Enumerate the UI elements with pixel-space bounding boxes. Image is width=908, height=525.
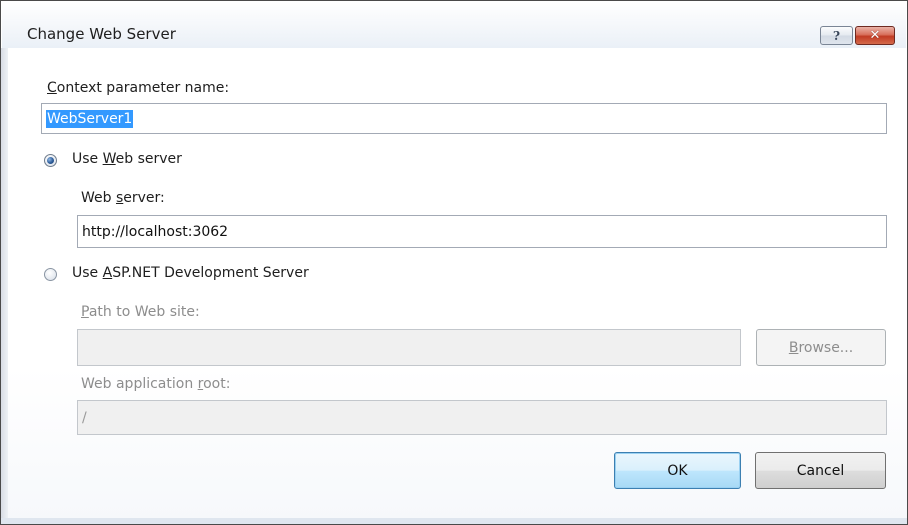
path-to-web-site-label: Path to Web site:	[81, 304, 200, 320]
web-server-value: http://localhost:3062	[82, 223, 229, 240]
ok-button[interactable]: OK	[614, 452, 741, 489]
use-web-server-radio[interactable]	[44, 154, 57, 167]
use-web-server-label[interactable]: Use Web server	[72, 151, 182, 167]
dialog-title: Change Web Server	[27, 25, 176, 43]
context-parameter-value: WebServer1	[46, 109, 134, 128]
web-server-label: Web server:	[81, 190, 165, 206]
context-parameter-input[interactable]: WebServer1	[41, 103, 887, 134]
cancel-button[interactable]: Cancel	[755, 452, 886, 489]
web-application-root-label: Web application root:	[81, 376, 231, 392]
close-icon: ✕	[869, 28, 881, 43]
change-web-server-dialog: Change Web Server ? ✕ Context parameter …	[0, 0, 908, 525]
context-parameter-label: Context parameter name:	[47, 80, 230, 96]
path-to-web-site-input[interactable]	[77, 329, 741, 366]
title-bar: Change Web Server ? ✕	[2, 2, 906, 48]
help-button[interactable]: ?	[820, 26, 853, 45]
window-bottom-frame	[1, 518, 907, 524]
web-application-root-input[interactable]: /	[77, 400, 887, 435]
web-server-input[interactable]: http://localhost:3062	[77, 215, 887, 248]
browse-button[interactable]: Browse...	[756, 329, 886, 366]
window-left-frame	[1, 48, 8, 518]
use-dev-server-label[interactable]: Use ASP.NET Development Server	[72, 265, 309, 281]
web-application-root-value: /	[82, 409, 87, 426]
help-icon: ?	[832, 28, 841, 43]
close-button[interactable]: ✕	[855, 26, 895, 45]
use-dev-server-radio[interactable]	[44, 268, 57, 281]
